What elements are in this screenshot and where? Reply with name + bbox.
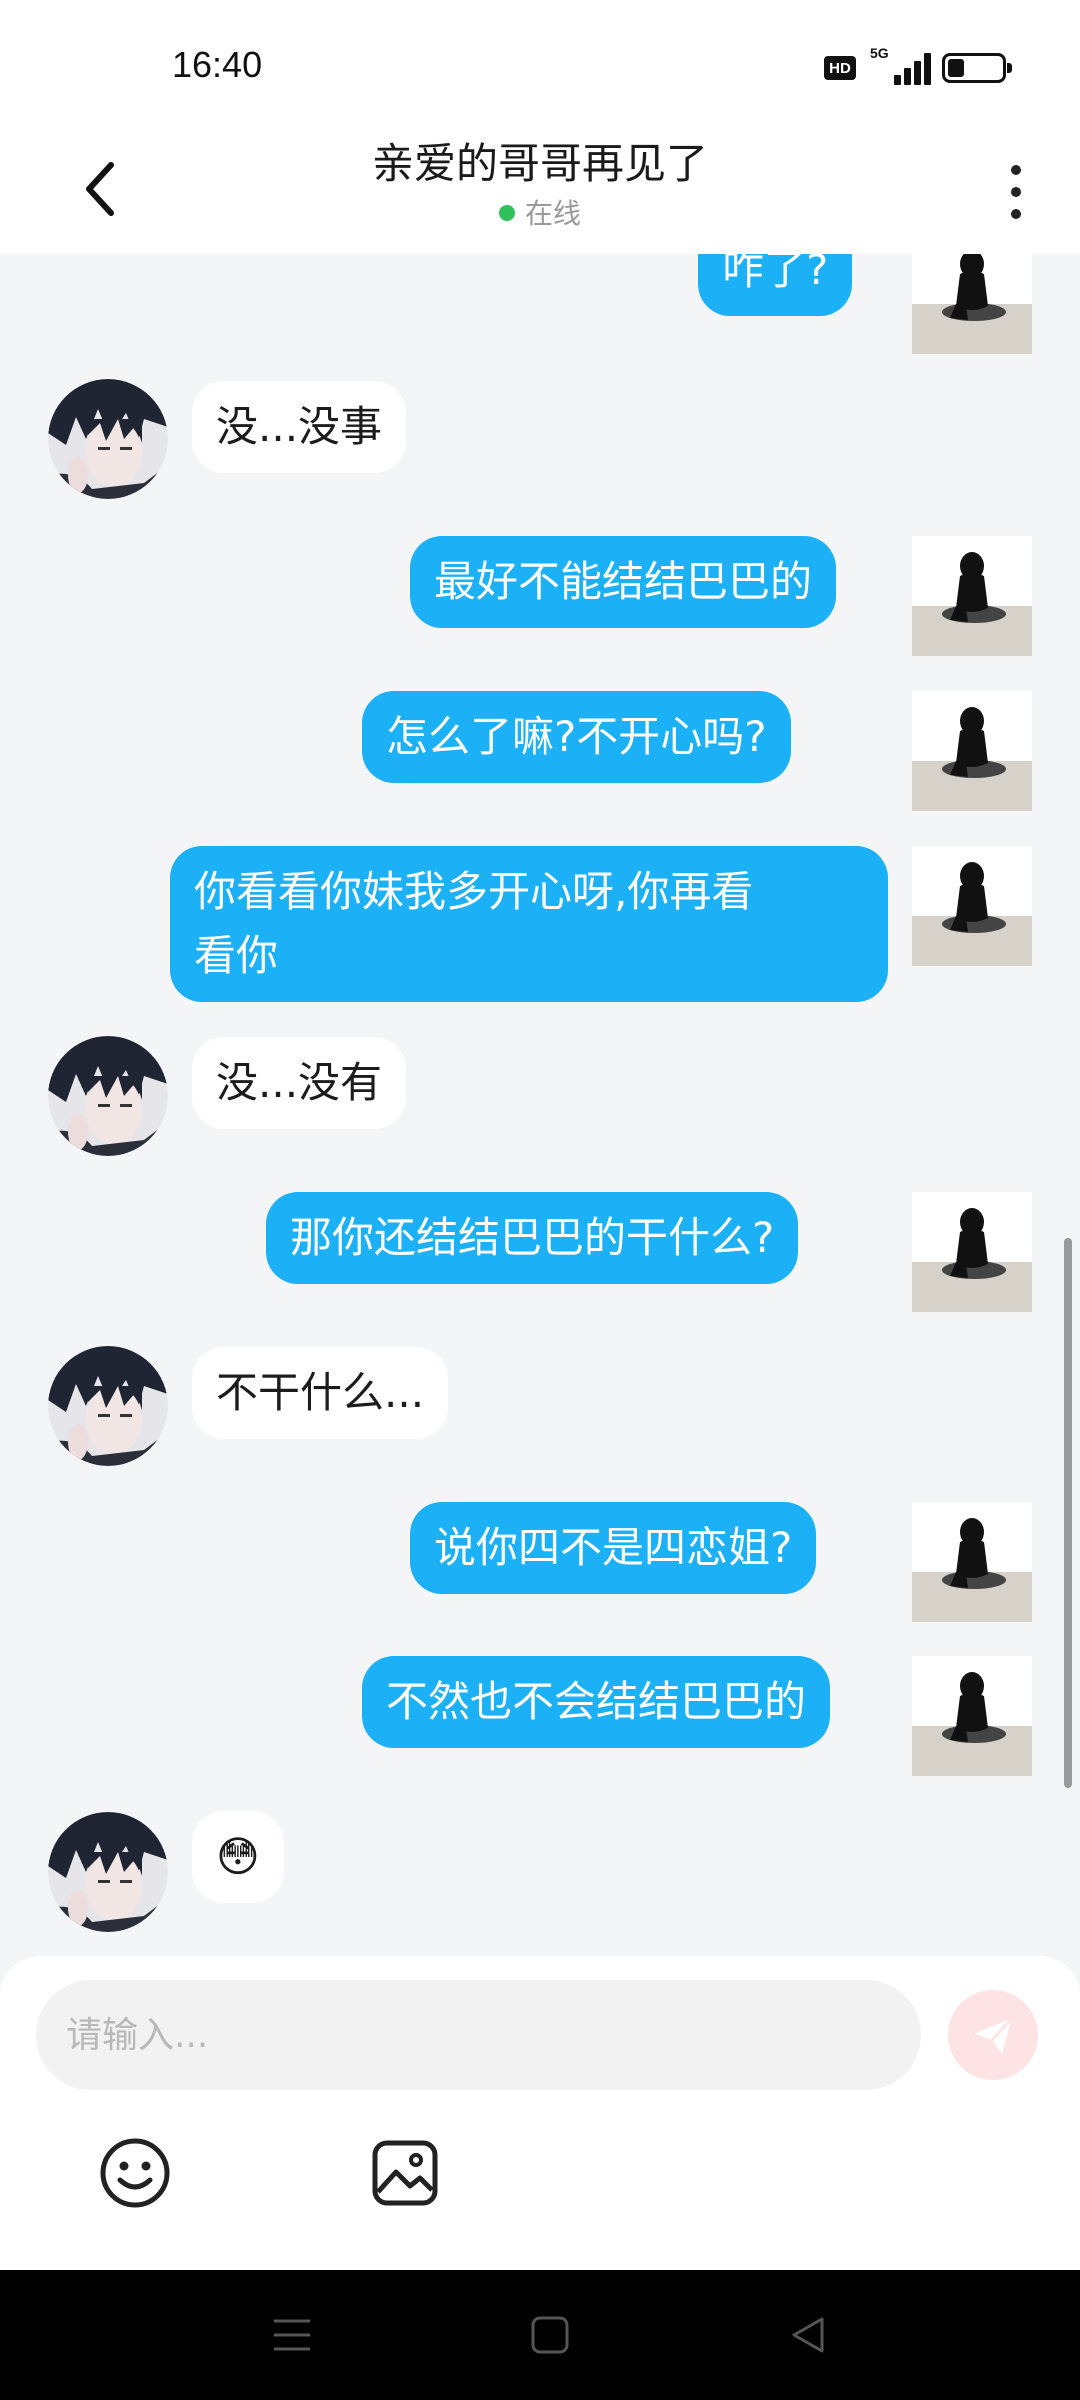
battery-icon [942,53,1012,83]
signal-icon: 5G [870,45,931,85]
message-text-line: 看你 [194,931,279,980]
emoji-button[interactable] [98,2136,172,2210]
message-bubble-incoming[interactable]: 😳 [192,1811,284,1903]
message-text: 不干什么... [216,1368,425,1417]
send-button[interactable] [948,1990,1038,2080]
hd-badge: HD [824,56,856,80]
message-text: 怎么了嘛?不开心吗? [386,712,767,761]
status-icons: HD 5G [824,45,1012,88]
battery-level [948,59,964,77]
my-avatar[interactable] [912,691,1032,811]
composer-panel [0,1956,1080,2270]
online-status: 在线 [0,192,1080,232]
network-type: 5G [870,45,889,61]
message-text: 不然也不会结结巴巴的 [386,1677,807,1726]
message-list[interactable]: 咋了? 没...没事 最好不能结结巴巴的 怎么了嘛?不开心吗? 你看看你妹我多开… [0,254,1080,1956]
message-input[interactable] [36,1980,921,2090]
message-bubble-outgoing[interactable]: 不然也不会结结巴巴的 [362,1656,831,1748]
message-text: 咋了? [722,254,829,294]
message-bubble-incoming[interactable]: 没...没事 [192,381,407,473]
my-avatar[interactable] [912,536,1032,656]
online-dot-icon [498,205,515,221]
more-options-button[interactable] [996,152,1036,232]
message-bubble-incoming[interactable]: 没...没有 [192,1037,407,1129]
home-square-icon [531,2316,569,2354]
chat-header: 亲爱的哥哥再见了 在线 [0,130,1080,254]
send-icon [974,2016,1014,2054]
back-triangle-icon [792,2317,824,2353]
message-text: 没...没事 [216,402,383,451]
message-bubble-outgoing[interactable]: 怎么了嘛?不开心吗? [362,691,791,783]
contact-avatar[interactable] [48,1812,168,1932]
more-vertical-icon [1011,165,1021,175]
message-bubble-outgoing[interactable]: 最好不能结结巴巴的 [410,536,837,628]
my-avatar[interactable] [912,1502,1032,1622]
status-bar: 16:40 HD 5G [0,0,1080,130]
image-button[interactable] [370,2138,440,2208]
image-icon [372,2140,438,2206]
message-bubble-incoming[interactable]: 不干什么... [192,1347,449,1439]
contact-avatar[interactable] [48,1346,168,1466]
my-avatar[interactable] [912,1656,1032,1776]
message-text: 最好不能结结巴巴的 [434,557,813,606]
scrollbar[interactable] [1064,1238,1072,1788]
message-bubble-outgoing[interactable]: 咋了? [698,254,853,316]
message-text: 😳 [216,1832,260,1881]
my-avatar[interactable] [912,846,1032,966]
my-avatar[interactable] [912,1192,1032,1312]
message-bubble-outgoing[interactable]: 你看看你妹我多开心呀,你再看 看你 [170,846,888,1002]
message-bubble-outgoing[interactable]: 那你还结结巴巴的干什么? [266,1192,799,1284]
menu-icon [274,2319,310,2351]
chat-title: 亲爱的哥哥再见了 [371,139,708,188]
contact-avatar[interactable] [48,379,168,499]
contact-avatar[interactable] [48,1036,168,1156]
status-time: 16:40 [172,44,263,85]
message-text: 说你四不是四恋姐? [434,1523,793,1572]
nav-menu-button[interactable] [262,2310,322,2360]
message-text-line: 你看看你妹我多开心呀,你再看 [194,867,754,916]
my-avatar[interactable] [912,254,1032,354]
smiley-icon [100,2138,170,2208]
message-text: 那你还结结巴巴的干什么? [290,1213,775,1262]
online-status-label: 在线 [524,197,581,230]
system-navigation-bar [0,2270,1080,2400]
nav-back-button[interactable] [778,2310,838,2360]
message-text: 没...没有 [216,1058,383,1107]
message-bubble-outgoing[interactable]: 说你四不是四恋姐? [410,1502,817,1594]
nav-home-button[interactable] [520,2310,580,2360]
